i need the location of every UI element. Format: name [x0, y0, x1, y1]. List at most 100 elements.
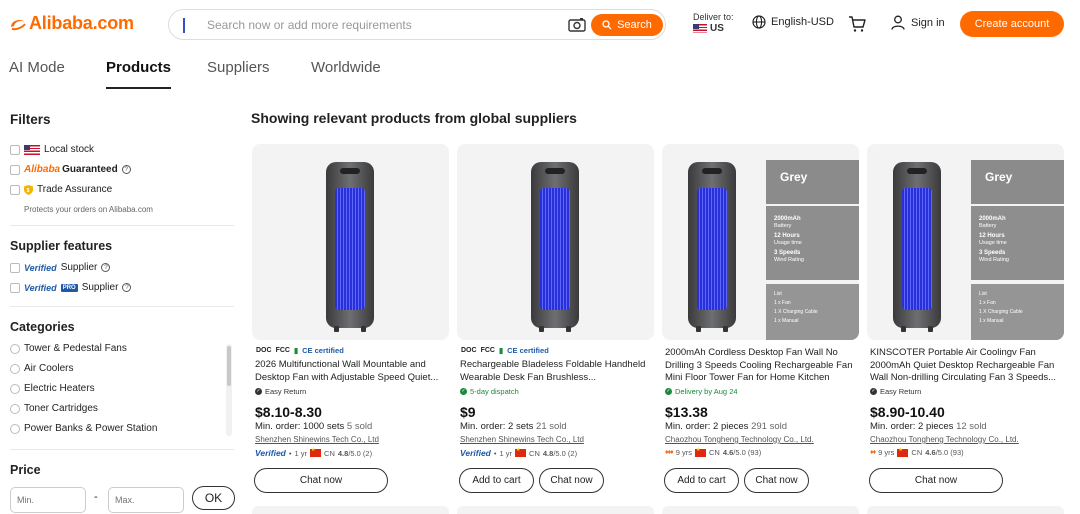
category-radio[interactable]	[10, 364, 20, 374]
moq-value: Min. order: 1000 sets	[255, 421, 345, 432]
search-button[interactable]: Search	[591, 14, 663, 36]
cn-flag-icon	[310, 447, 322, 457]
category-radio[interactable]	[10, 384, 20, 394]
chat-now-button[interactable]: Chat now	[744, 468, 809, 493]
price-max-input[interactable]	[108, 487, 184, 513]
chat-now-button[interactable]: Chat now	[539, 468, 604, 493]
product-title[interactable]: 2000mAh Cordless Desktop Fan Wall No Dri…	[665, 347, 858, 385]
supplier-link[interactable]: Shenzhen Shinewins Tech Co., Ltd	[460, 435, 584, 444]
product-card[interactable]: DOC FCC ▮ CE certified 2026 Multifunctio…	[252, 144, 449, 510]
cert-ce: CE certified	[302, 346, 344, 355]
trade-assurance-checkbox[interactable]	[10, 185, 20, 195]
create-account-button[interactable]: Create account	[960, 11, 1064, 37]
category-radio[interactable]	[10, 424, 20, 434]
chat-now-button[interactable]: Chat now	[254, 468, 388, 493]
supplier-link[interactable]: Shenzhen Shinewins Tech Co., Ltd	[255, 435, 379, 444]
price-min-input[interactable]	[10, 487, 86, 513]
supplier-link[interactable]: Chaozhou Tongheng Technology Co., Ltd.	[665, 435, 814, 444]
search-input[interactable]	[207, 16, 547, 34]
language-selector[interactable]: English-USD	[752, 15, 834, 29]
tab-ai-mode[interactable]: AI Mode	[9, 59, 65, 76]
product-image[interactable]	[457, 144, 654, 340]
category-toner-cartridges[interactable]: Toner Cartridges	[24, 403, 98, 414]
product-card[interactable]: Grey 2000mAh Battery 12 Hours Usage time 3…	[662, 144, 859, 510]
supplier-link[interactable]: Chaozhou Tongheng Technology Co., Ltd.	[870, 435, 1019, 444]
rating: 4.8	[542, 448, 554, 458]
price-ok-button[interactable]: OK	[192, 486, 235, 510]
verified-supplier-checkbox[interactable]	[10, 263, 20, 273]
verified-pro-option[interactable]: Verified PRO Supplier ?	[24, 282, 132, 293]
spec-battery-label: Battery	[979, 222, 997, 229]
search-button-label: Search	[617, 19, 652, 31]
product-title[interactable]: 2026 Multifunctional Wall Mountable and …	[255, 359, 448, 384]
divider	[10, 449, 234, 450]
product-feature: ✓ Easy Return	[255, 387, 306, 396]
help-icon[interactable]: ?	[121, 165, 131, 174]
add-to-cart-button[interactable]: Add to cart	[459, 468, 534, 493]
cart-icon[interactable]	[848, 15, 866, 33]
product-title[interactable]: Rechargeable Bladeless Foldable Handheld…	[460, 359, 653, 384]
sign-in-link[interactable]: Sign in	[891, 15, 945, 30]
guaranteed-option[interactable]: Alibaba Guaranteed ?	[24, 164, 131, 175]
local-stock-option[interactable]: Local stock	[24, 144, 94, 155]
category-power-banks[interactable]: Power Banks & Power Station	[24, 423, 157, 434]
product-image[interactable]: Grey 2000mAh Battery 12 Hours Usage time 3…	[662, 144, 859, 340]
spec-box: 2000mAh Battery 12 Hours Usage time 3 Spee…	[971, 206, 1064, 280]
category-radio[interactable]	[10, 344, 20, 354]
trade-assurance-option[interactable]: $ Trade Assurance	[24, 184, 112, 195]
deliver-to[interactable]: Deliver to: US	[693, 12, 734, 34]
supplier-meta: ♦♦♦ 9 yrs CN 4.6/5.0 (93)	[665, 447, 761, 458]
sold-count: 12 sold	[956, 421, 987, 432]
tab-worldwide[interactable]: Worldwide	[311, 59, 381, 76]
camera-icon[interactable]	[567, 16, 587, 34]
guaranteed-word: Guaranteed	[62, 164, 118, 175]
categories-scroll-thumb[interactable]	[227, 346, 231, 386]
trade-assurance-note: Protects your orders on Alibaba.com	[24, 205, 153, 214]
guaranteed-checkbox[interactable]	[10, 165, 20, 175]
spec-list-title: List	[774, 291, 782, 297]
price-dash: -	[94, 491, 98, 503]
trade-assurance-label: Trade Assurance	[37, 184, 113, 195]
help-icon[interactable]: ?	[122, 283, 132, 292]
product-price: $8.90-10.40	[870, 404, 945, 420]
supplier-years: 1 yr	[499, 448, 513, 458]
category-electric-heaters[interactable]: Electric Heaters	[24, 383, 95, 394]
cert-fcc: FCC	[480, 347, 495, 354]
leaf-icon: ▮	[293, 346, 299, 355]
divider	[10, 225, 234, 226]
verified-pro-checkbox[interactable]	[10, 283, 20, 293]
cert-doc: DOC	[256, 347, 272, 354]
next-product-card-peek	[252, 506, 449, 514]
product-image[interactable]	[252, 144, 449, 340]
chat-now-button[interactable]: Chat now	[869, 468, 1003, 493]
product-card[interactable]: Grey 2000mAh Battery 12 Hours Usage time 3…	[867, 144, 1064, 510]
help-icon[interactable]: ?	[101, 263, 111, 272]
supplier-country: CN	[324, 448, 335, 458]
spec-color: Grey	[971, 160, 1064, 204]
tab-suppliers[interactable]: Suppliers	[207, 59, 270, 76]
product-price: $8.10-8.30	[255, 404, 322, 420]
category-tower-pedestal-fans[interactable]: Tower & Pedestal Fans	[24, 343, 127, 354]
product-image[interactable]: Grey 2000mAh Battery 12 Hours Usage time 3…	[867, 144, 1064, 340]
alibaba-logo[interactable]: Alibaba.com	[9, 13, 134, 34]
category-air-coolers[interactable]: Air Coolers	[24, 363, 73, 374]
rating-total: /5.0 (2)	[348, 448, 373, 458]
certifications: DOC FCC ▮ CE certified	[461, 346, 549, 355]
product-title[interactable]: KINSCOTER Portable Air Coolingv Fan 2000…	[870, 347, 1063, 385]
spec-list-title: List	[979, 291, 987, 297]
tab-products[interactable]: Products	[106, 59, 172, 89]
search-tabs: AI Mode Products Suppliers Worldwide	[0, 48, 1080, 89]
search-icon	[602, 20, 612, 30]
product-card[interactable]: DOC FCC ▮ CE certified Rechargeable Blad…	[457, 144, 654, 510]
local-stock-checkbox[interactable]	[10, 145, 20, 155]
supplier-years: 9 yrs	[878, 448, 895, 457]
product-photo-fan	[688, 162, 736, 332]
search-bar[interactable]: Search	[168, 9, 666, 40]
next-product-card-peek	[662, 506, 859, 514]
category-radio[interactable]	[10, 404, 20, 414]
spec-speeds-label: Wind Rating	[774, 256, 804, 263]
verified-supplier-option[interactable]: Verified Supplier ?	[24, 262, 111, 273]
add-to-cart-button[interactable]: Add to cart	[664, 468, 739, 493]
check-icon: ✓	[460, 388, 467, 395]
product-feature: ✓ Delivery by Aug 24	[665, 387, 738, 396]
